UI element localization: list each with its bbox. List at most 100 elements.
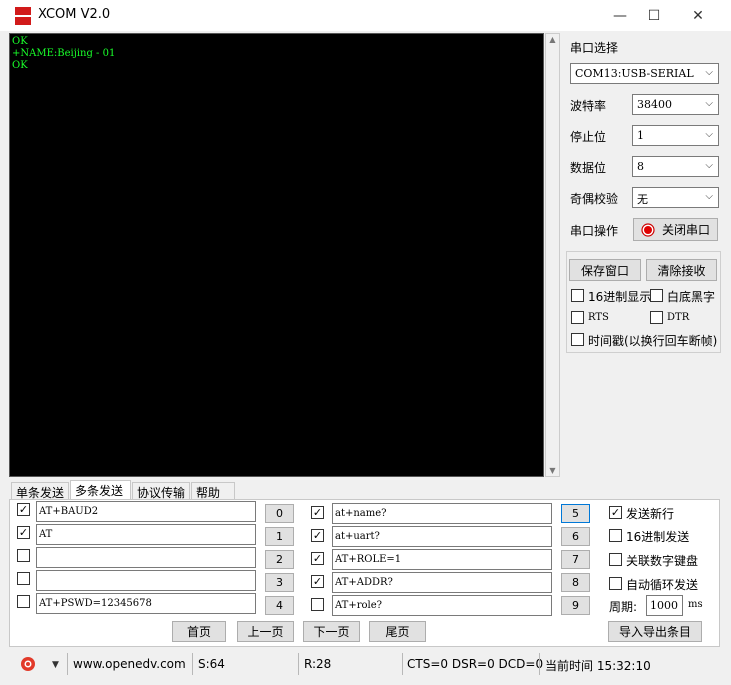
receive-terminal[interactable]: OK +NAME:Beijing - 01 OK bbox=[9, 33, 544, 477]
window-title: XCOM V2.0 bbox=[38, 7, 111, 22]
auto-loop-checkbox[interactable] bbox=[609, 577, 622, 590]
baud-value: 38400 bbox=[637, 98, 672, 111]
port-select[interactable]: COM13:USB-SERIAL ⌵ bbox=[570, 63, 719, 84]
status-separator bbox=[192, 653, 193, 675]
import-export-button[interactable]: 导入导出条目 bbox=[608, 621, 702, 642]
send-newline-checkbox[interactable]: ✓ bbox=[609, 506, 622, 519]
send-row-checkbox[interactable]: ✓ bbox=[17, 503, 30, 516]
close-port-button[interactable]: 关闭串口 bbox=[633, 218, 718, 241]
stop-bits-value: 1 bbox=[637, 129, 644, 142]
parity-label: 奇偶校验 bbox=[570, 192, 619, 206]
prev-page-button[interactable]: 上一页 bbox=[237, 621, 294, 642]
hex-send-label: 16进制发送 bbox=[626, 530, 690, 544]
send-row-checkbox[interactable]: ✓ bbox=[311, 506, 324, 519]
link-keypad-checkbox[interactable] bbox=[609, 553, 622, 566]
send-row-checkbox[interactable]: ✓ bbox=[311, 575, 324, 588]
dtr-checkbox[interactable] bbox=[650, 311, 663, 324]
tab-protocol[interactable]: 协议传输 bbox=[132, 482, 190, 500]
terminal-line: OK bbox=[12, 36, 28, 47]
status-separator bbox=[298, 653, 299, 675]
timestamp-checkbox[interactable] bbox=[571, 333, 584, 346]
first-page-button[interactable]: 首页 bbox=[172, 621, 226, 642]
send-row-input[interactable] bbox=[36, 547, 256, 568]
hex-display-label: 16进制显示 bbox=[588, 290, 652, 304]
port-value: COM13:USB-SERIAL bbox=[575, 67, 694, 80]
terminal-line: OK bbox=[12, 60, 28, 71]
status-separator bbox=[67, 653, 68, 675]
data-bits-value: 8 bbox=[637, 160, 644, 173]
website-link[interactable]: www.openedv.com bbox=[73, 657, 186, 671]
record-icon[interactable] bbox=[20, 656, 36, 672]
close-button[interactable]: ✕ bbox=[676, 0, 720, 31]
send-row-checkbox[interactable]: ✓ bbox=[311, 529, 324, 542]
tab-help[interactable]: 帮助 bbox=[191, 482, 235, 500]
send-row-button[interactable]: 6 bbox=[561, 527, 590, 546]
dropdown-arrow-icon[interactable]: ▼ bbox=[52, 660, 59, 670]
send-row-checkbox[interactable] bbox=[17, 572, 30, 585]
timestamp-label: 时间戳(以换行回车断帧) bbox=[588, 334, 718, 348]
send-row-input[interactable]: AT+role? bbox=[332, 595, 552, 616]
app-logo-icon bbox=[14, 6, 32, 26]
send-row-input[interactable]: at+uart? bbox=[332, 526, 552, 547]
dtr-label: DTR bbox=[667, 312, 690, 323]
clear-receive-button[interactable]: 清除接收 bbox=[646, 259, 717, 281]
white-bg-checkbox[interactable] bbox=[650, 289, 663, 302]
rts-checkbox[interactable] bbox=[571, 311, 584, 324]
next-page-button[interactable]: 下一页 bbox=[303, 621, 360, 642]
send-row-input[interactable]: AT+BAUD2 bbox=[36, 501, 256, 522]
send-row-input[interactable]: AT+PSWD=12345678 bbox=[36, 593, 256, 614]
send-row-input[interactable]: AT+ADDR? bbox=[332, 572, 552, 593]
send-row-button[interactable]: 8 bbox=[561, 573, 590, 592]
send-row-button[interactable]: 0 bbox=[265, 504, 294, 523]
data-bits-label: 数据位 bbox=[570, 161, 607, 175]
send-row-checkbox[interactable] bbox=[311, 598, 324, 611]
baud-select[interactable]: 38400 ⌵ bbox=[632, 94, 719, 115]
send-row-button[interactable]: 2 bbox=[265, 550, 294, 569]
port-op-label: 串口操作 bbox=[570, 224, 619, 238]
send-row-button[interactable]: 3 bbox=[265, 573, 294, 592]
send-row-button[interactable]: 4 bbox=[265, 596, 294, 615]
tab-single-send[interactable]: 单条发送 bbox=[11, 482, 69, 500]
data-bits-select[interactable]: 8 ⌵ bbox=[632, 156, 719, 177]
save-window-button[interactable]: 保存窗口 bbox=[569, 259, 641, 281]
terminal-scrollbar[interactable]: ▲ ▼ bbox=[545, 33, 560, 477]
close-port-label: 关闭串口 bbox=[661, 223, 710, 237]
modem-signals: CTS=0 DSR=0 DCD=0 bbox=[407, 657, 544, 671]
scroll-down-icon[interactable]: ▼ bbox=[546, 466, 559, 475]
received-count: R:28 bbox=[304, 657, 332, 671]
hex-display-checkbox[interactable] bbox=[571, 289, 584, 302]
parity-value: 无 bbox=[637, 193, 648, 206]
send-row-input[interactable] bbox=[36, 570, 256, 591]
period-input[interactable]: 1000 bbox=[646, 595, 683, 616]
send-row-button[interactable]: 5 bbox=[561, 504, 590, 523]
hex-send-checkbox[interactable] bbox=[609, 529, 622, 542]
stop-bits-label: 停止位 bbox=[570, 130, 607, 144]
send-row-button[interactable]: 9 bbox=[561, 596, 590, 615]
chevron-down-icon: ⌵ bbox=[705, 67, 713, 78]
send-row-checkbox[interactable]: ✓ bbox=[17, 526, 30, 539]
send-row-input[interactable]: AT bbox=[36, 524, 256, 545]
status-separator bbox=[402, 653, 403, 675]
link-keypad-label: 关联数字键盘 bbox=[626, 554, 699, 568]
send-row-checkbox[interactable] bbox=[17, 549, 30, 562]
status-separator bbox=[539, 653, 540, 675]
chevron-down-icon: ⌵ bbox=[705, 160, 713, 171]
record-icon bbox=[641, 222, 655, 237]
chevron-down-icon: ⌵ bbox=[705, 191, 713, 202]
send-row-checkbox[interactable]: ✓ bbox=[311, 552, 324, 565]
chevron-down-icon: ⌵ bbox=[705, 129, 713, 140]
white-bg-label: 白底黑字 bbox=[667, 290, 716, 304]
send-row-button[interactable]: 7 bbox=[561, 550, 590, 569]
parity-select[interactable]: 无 ⌵ bbox=[632, 187, 719, 208]
send-row-checkbox[interactable] bbox=[17, 595, 30, 608]
send-row-input[interactable]: at+name? bbox=[332, 503, 552, 524]
tab-multi-send[interactable]: 多条发送 bbox=[70, 480, 131, 500]
stop-bits-select[interactable]: 1 ⌵ bbox=[632, 125, 719, 146]
period-unit: ms bbox=[688, 599, 703, 610]
scroll-up-icon[interactable]: ▲ bbox=[546, 35, 559, 44]
maximize-button[interactable]: ☐ bbox=[632, 0, 676, 31]
send-row-button[interactable]: 1 bbox=[265, 527, 294, 546]
period-label: 周期: bbox=[609, 600, 638, 614]
send-row-input[interactable]: AT+ROLE=1 bbox=[332, 549, 552, 570]
last-page-button[interactable]: 尾页 bbox=[369, 621, 426, 642]
